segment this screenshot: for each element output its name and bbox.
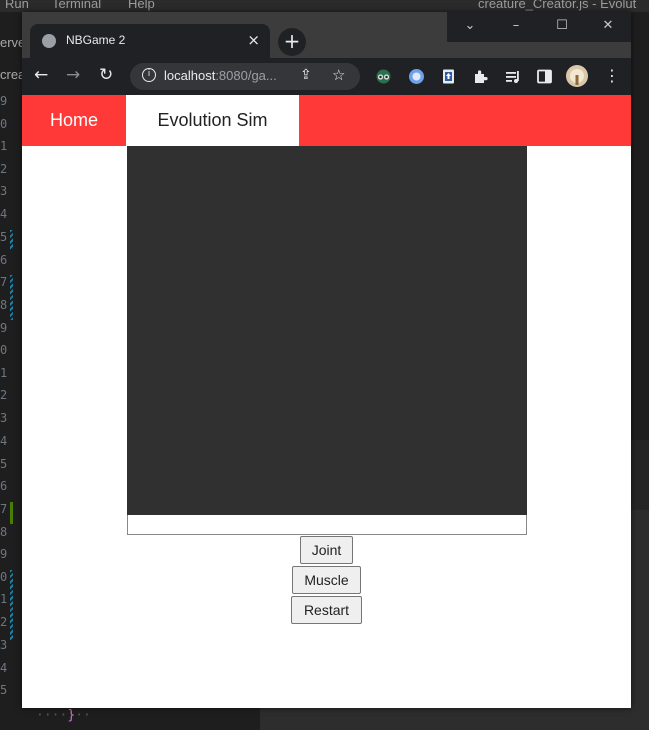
line-number: 6 xyxy=(0,253,8,267)
simulation-canvas[interactable] xyxy=(127,146,527,515)
site-navbar: Home Evolution Sim xyxy=(22,95,631,146)
line-number: 4 xyxy=(0,434,8,448)
line-number: 7 xyxy=(0,275,8,289)
line-number: 6 xyxy=(0,479,8,493)
line-number: 9 xyxy=(0,321,8,335)
extension-upload-icon[interactable] xyxy=(440,68,457,85)
minimize-button[interactable]: – xyxy=(493,12,539,42)
profile-avatar[interactable] xyxy=(566,65,588,87)
git-modified-marker xyxy=(10,275,13,320)
line-number: 3 xyxy=(0,184,8,198)
editor-side-panel xyxy=(631,440,649,510)
close-window-button[interactable]: ✕ xyxy=(585,12,631,42)
line-number: 4 xyxy=(0,661,8,675)
editor-side-panel xyxy=(631,510,649,730)
line-number-gutter: 9 0 1 2 3 4 5 6 7 8 9 0 1 2 3 4 5 6 7 8 … xyxy=(0,90,22,730)
media-queue-icon[interactable] xyxy=(504,68,521,85)
address-bar[interactable]: i localhost:8080/ga... ⇪ ☆ xyxy=(130,63,360,90)
muscle-button[interactable]: Muscle xyxy=(292,566,361,594)
line-number: 5 xyxy=(0,457,8,471)
bookmark-star-icon[interactable]: ☆ xyxy=(332,66,345,84)
extensions-puzzle-icon[interactable] xyxy=(472,68,489,85)
line-number: 1 xyxy=(0,366,8,380)
back-icon[interactable]: ← xyxy=(34,65,48,85)
web-page: Home Evolution Sim Joint Muscle Restart xyxy=(22,95,631,708)
line-number: 3 xyxy=(0,638,8,652)
nav-link-home[interactable]: Home xyxy=(22,95,126,146)
line-number: 8 xyxy=(0,298,8,312)
tab-close-icon[interactable]: × xyxy=(247,31,260,49)
editor-menubar: Run Terminal Help creature_Creator.js - … xyxy=(0,0,649,12)
line-number: 5 xyxy=(0,683,8,697)
menu-terminal[interactable]: Terminal xyxy=(52,0,101,11)
line-number: 9 xyxy=(0,547,8,561)
canvas-footer-bar xyxy=(127,515,527,535)
new-tab-button[interactable]: + xyxy=(278,28,306,56)
url-host: localhost xyxy=(164,68,216,83)
menu-help[interactable]: Help xyxy=(128,0,155,11)
globe-icon xyxy=(42,34,56,48)
browser-titlebar: NBGame 2 × + ⌄ – ☐ ✕ xyxy=(22,12,631,58)
tab-title: NBGame 2 xyxy=(66,33,126,47)
line-number: 0 xyxy=(0,117,8,131)
browser-toolbar: ← → ↻ i localhost:8080/ga... ⇪ ☆ ⋮ xyxy=(22,58,631,95)
info-icon[interactable]: i xyxy=(142,68,156,82)
more-menu-icon[interactable]: ⋮ xyxy=(604,66,620,85)
line-number: 2 xyxy=(0,615,8,629)
browser-tab[interactable]: NBGame 2 × xyxy=(30,24,270,58)
menu-run[interactable]: Run xyxy=(5,0,29,11)
editor-panel xyxy=(260,708,649,730)
extension-incognito-icon[interactable] xyxy=(375,68,392,85)
restart-button[interactable]: Restart xyxy=(291,596,362,624)
url-path: :8080/ga... xyxy=(215,68,277,83)
git-added-marker xyxy=(10,502,13,524)
line-number: 0 xyxy=(0,570,8,584)
extension-circle-icon[interactable] xyxy=(408,68,425,85)
line-number: 3 xyxy=(0,411,8,425)
share-icon[interactable]: ⇪ xyxy=(300,67,312,83)
tab-search-icon[interactable]: ⌄ xyxy=(447,12,493,42)
line-number: 2 xyxy=(0,388,8,402)
git-modified-marker xyxy=(10,230,13,250)
git-modified-marker xyxy=(10,570,13,640)
line-number: 1 xyxy=(0,139,8,153)
code-line: ····}·· xyxy=(36,708,91,723)
line-number: 2 xyxy=(0,162,8,176)
side-panel-icon[interactable] xyxy=(536,68,553,85)
closing-brace: } xyxy=(67,708,76,723)
maximize-button[interactable]: ☐ xyxy=(539,12,585,42)
forward-icon[interactable]: → xyxy=(66,65,80,85)
joint-button[interactable]: Joint xyxy=(300,536,353,564)
line-number: 0 xyxy=(0,343,8,357)
line-number: 4 xyxy=(0,207,8,221)
editor-window-title: creature_Creator.js - Evolut xyxy=(478,0,637,11)
line-number: 8 xyxy=(0,525,8,539)
nav-link-evolution-sim[interactable]: Evolution Sim xyxy=(126,95,299,146)
reload-icon[interactable]: ↻ xyxy=(99,65,113,85)
url-text: localhost:8080/ga... xyxy=(164,68,277,83)
browser-window: NBGame 2 × + ⌄ – ☐ ✕ ← → ↻ i localhost:8… xyxy=(22,12,631,708)
line-number: 5 xyxy=(0,230,8,244)
line-number: 1 xyxy=(0,592,8,606)
line-number: 9 xyxy=(0,94,8,108)
line-number: 7 xyxy=(0,502,8,516)
